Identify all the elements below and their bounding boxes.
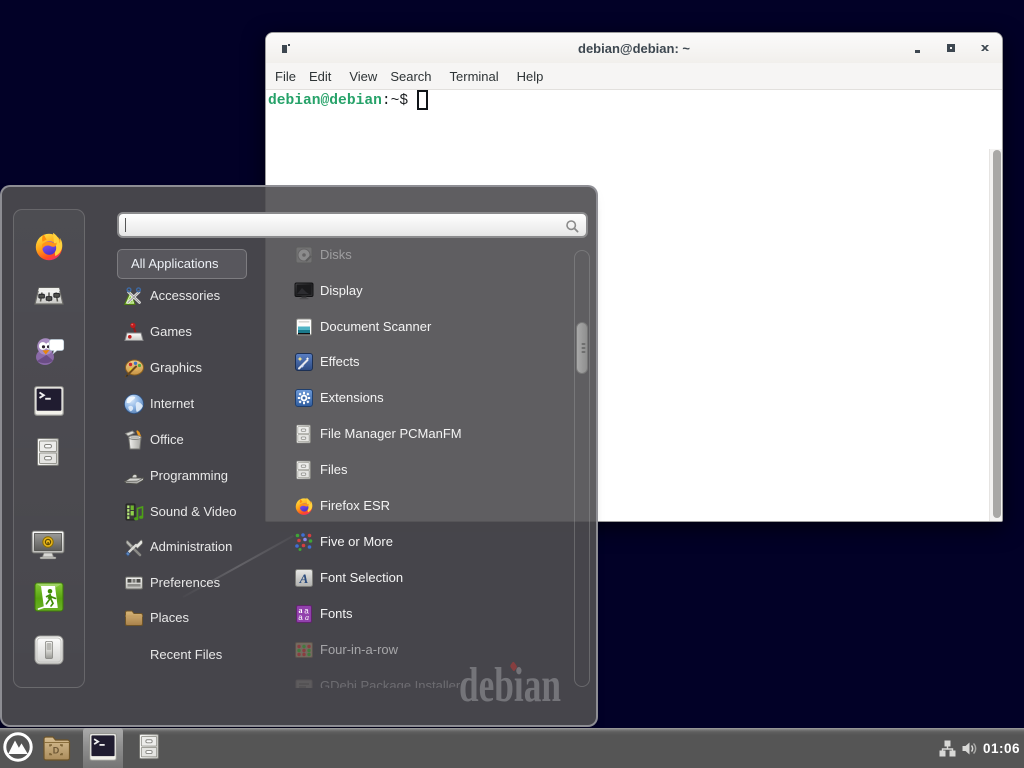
svg-text:a: a — [298, 613, 303, 622]
svg-text:D: D — [53, 746, 60, 756]
svg-text:A: A — [299, 571, 309, 586]
svg-text:a: a — [305, 613, 309, 622]
